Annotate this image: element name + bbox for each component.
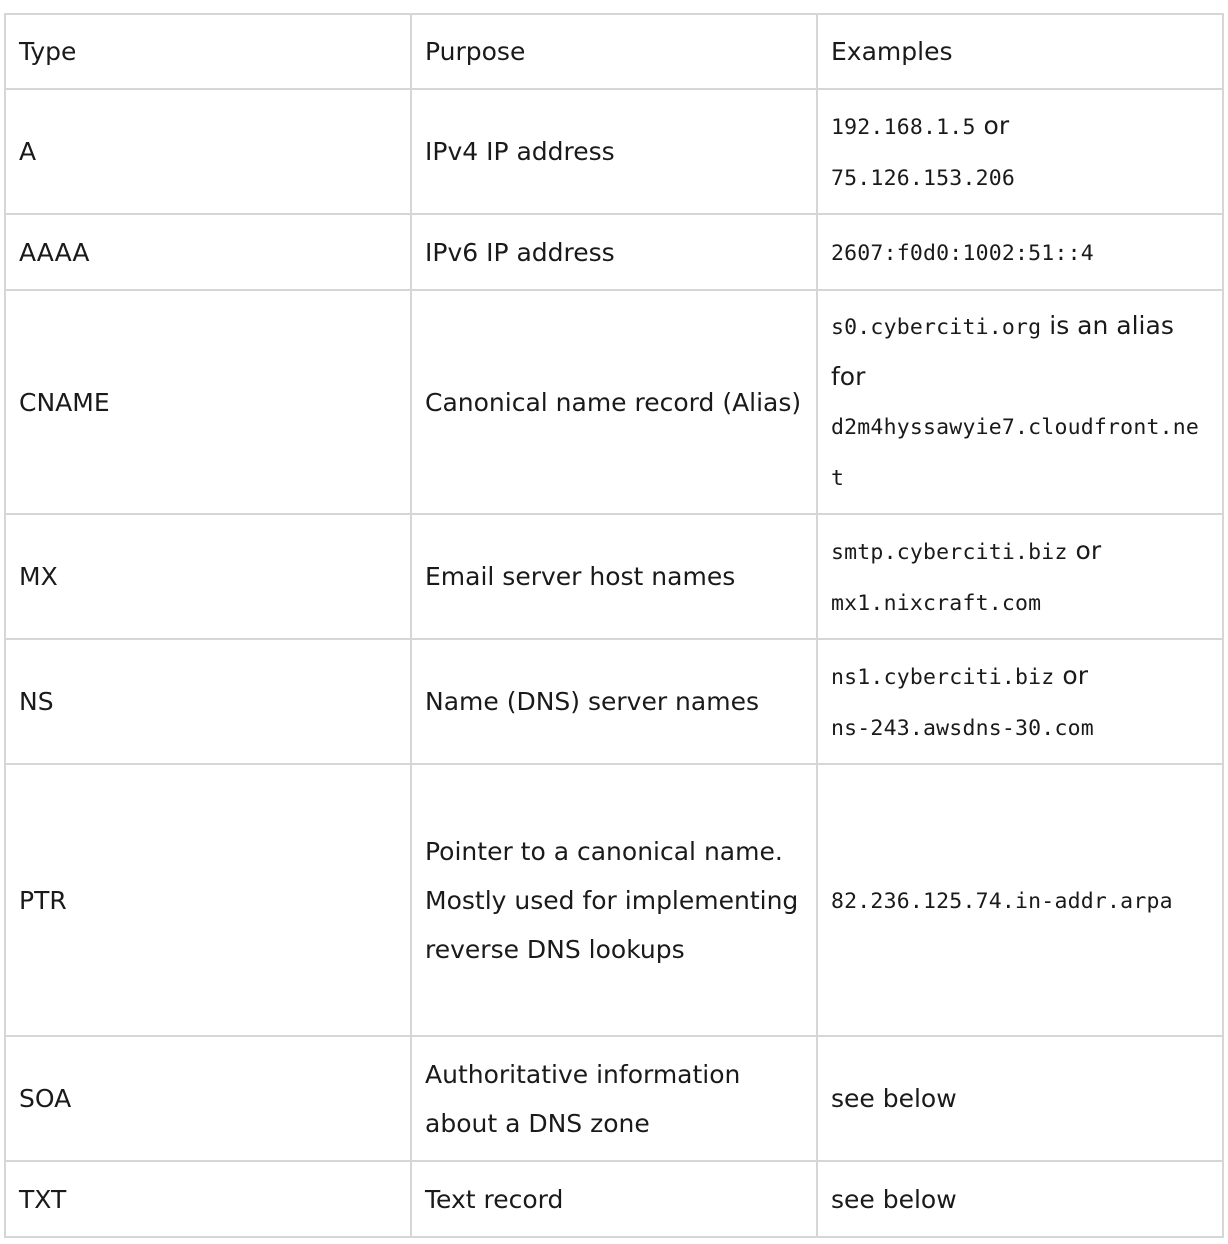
dns-record-types-table-container: Type Purpose Examples A IPv4 IP address 19… <box>4 13 1224 1238</box>
cell-purpose: IPv6 IP address <box>410 213 818 291</box>
cell-type: A <box>4 88 412 215</box>
example-code: 192.168.1.5 <box>831 114 976 140</box>
purpose-line: IPv4 IP address <box>425 137 615 166</box>
example-line: 192.168.1.5 or <box>831 101 1210 152</box>
cell-purpose: Name (DNS) server names <box>410 638 818 765</box>
cell-example: see below <box>816 1035 1224 1162</box>
example-text: see below <box>831 1184 957 1214</box>
dns-record-types-table: Type Purpose Examples A IPv4 IP address 19… <box>4 13 1224 1238</box>
cell-type: NS <box>4 638 412 765</box>
cell-example: 2607:f0d0:1002:51::4 <box>816 213 1224 291</box>
cell-example: ns1.cyberciti.biz or ns-243.awsdns-30.com <box>816 638 1224 765</box>
table-body: A IPv4 IP address 192.168.1.5 or 75.126.153… <box>4 88 1224 1238</box>
cell-purpose: Pointer to a canonical name. Mostly used … <box>410 763 818 1037</box>
example-code: 82.236.125.74.in-addr.arpa <box>831 888 1173 914</box>
purpose-line: Canonical name record (Alias) <box>425 387 802 417</box>
cell-purpose: Canonical name record (Alias) <box>410 289 818 515</box>
example-code: mx1.nixcraft.com <box>831 590 1042 616</box>
example-line: d2m4hyssawyie7.cloudfront.net <box>831 401 1210 503</box>
example-line: ns1.cyberciti.biz or <box>831 651 1210 702</box>
purpose-line: Pointer to a canonical name. <box>425 836 783 866</box>
example-line: s0.cyberciti.org is an alias for <box>831 301 1210 401</box>
table-row: A IPv4 IP address 192.168.1.5 or 75.126.153… <box>4 88 1224 215</box>
table-header-row: Type Purpose Examples <box>4 13 1224 90</box>
example-code: smtp.cyberciti.biz <box>831 539 1068 565</box>
cell-example: 192.168.1.5 or 75.126.153.206 <box>816 88 1224 215</box>
purpose-line: Email server host names <box>425 562 736 591</box>
table-row: CNAME Canonical name record (Alias) s0.cyb… <box>4 289 1224 515</box>
example-text: see below <box>831 1084 957 1113</box>
example-code: 75.126.153.206 <box>831 165 1016 191</box>
example-text: or <box>975 110 1010 140</box>
example-code: 2607:f0d0:1002:51::4 <box>831 240 1094 266</box>
cell-example: smtp.cyberciti.biz or mx1.nixcraft.com <box>816 513 1224 640</box>
example-code: ns1.cyberciti.biz <box>831 664 1055 690</box>
example-code: ns-243.awsdns-30.com <box>831 715 1094 741</box>
purpose-line: Name (DNS) server names <box>425 687 759 716</box>
header-examples: Examples <box>816 13 1224 90</box>
example-line: see below <box>831 1175 1210 1224</box>
table-row: PTR Pointer to a canonical name. Mostly us… <box>4 763 1224 1037</box>
header-purpose: Purpose <box>410 13 818 90</box>
cell-type: PTR <box>4 763 412 1037</box>
table-row: SOA Authoritative information about a DNS… <box>4 1035 1224 1162</box>
example-line: 75.126.153.206 <box>831 152 1210 203</box>
table-row: MX Email server host names smtp.cyberciti.… <box>4 513 1224 640</box>
cell-type: TXT <box>4 1160 412 1238</box>
example-line: smtp.cyberciti.biz or <box>831 526 1210 577</box>
cell-purpose: IPv4 IP address <box>410 88 818 215</box>
table-row: AAAA IPv6 IP address 2607:f0d0:1002:51::4 <box>4 213 1224 291</box>
example-text: or <box>1054 660 1088 690</box>
example-line: 82.236.125.74.in-addr.arpa <box>831 875 1210 926</box>
example-line: see below <box>831 1074 1210 1123</box>
table-row: NS Name (DNS) server names ns1.cyberciti.b… <box>4 638 1224 765</box>
example-text: or <box>1067 535 1102 565</box>
example-code: s0.cyberciti.org <box>831 315 1042 340</box>
cell-example: s0.cyberciti.org is an alias for d2m4hyss… <box>816 289 1224 515</box>
cell-type: CNAME <box>4 289 412 515</box>
purpose-line: Text record <box>425 1184 564 1214</box>
cell-example: 82.236.125.74.in-addr.arpa <box>816 763 1224 1037</box>
cell-type: AAAA <box>4 213 412 291</box>
cell-type: MX <box>4 513 412 640</box>
purpose-line: IPv6 IP address <box>425 237 615 267</box>
example-code: d2m4hyssawyie7.cloudfront.net <box>831 415 1200 491</box>
cell-type: SOA <box>4 1035 412 1162</box>
cell-purpose: Email server host names <box>410 513 818 640</box>
header-type: Type <box>4 13 412 90</box>
purpose-line: Mostly used for implementing reverse DNS… <box>425 885 799 964</box>
example-line: mx1.nixcraft.com <box>831 577 1210 628</box>
purpose-line: Authoritative information about a DNS zo… <box>425 1059 741 1138</box>
table-row: TXT Text record see below <box>4 1160 1224 1238</box>
example-line: 2607:f0d0:1002:51::4 <box>831 227 1210 278</box>
cell-example: see below <box>816 1160 1224 1238</box>
cell-purpose: Authoritative information about a DNS zo… <box>410 1035 818 1162</box>
example-line: ns-243.awsdns-30.com <box>831 702 1210 753</box>
cell-purpose: Text record <box>410 1160 818 1238</box>
